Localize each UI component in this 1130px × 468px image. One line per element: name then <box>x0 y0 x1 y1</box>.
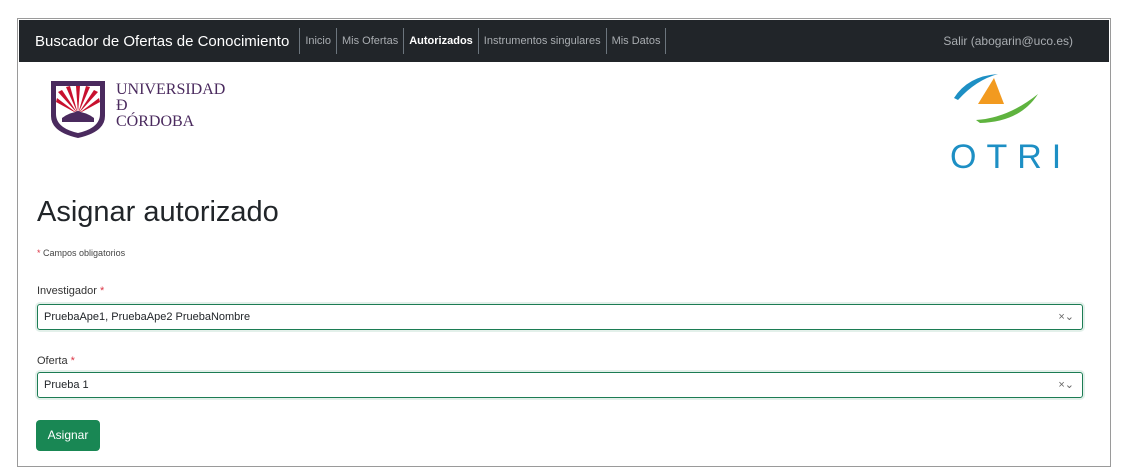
otri-logo-text: OTRI <box>950 138 1072 176</box>
otri-logo-icon <box>954 74 1038 123</box>
university-crest-icon <box>51 81 105 138</box>
chevron-down-icon[interactable]: ⌄ <box>1065 379 1074 391</box>
university-name-line3: CÓRDOBA <box>116 113 195 130</box>
oferta-label: Oferta * <box>37 355 75 367</box>
asignar-button[interactable]: Asignar <box>36 420 100 451</box>
investigador-select[interactable]: PruebaApe1, PruebaApe2 PruebaNombre ×⌄ <box>37 304 1083 330</box>
navbar-brand[interactable]: Buscador de Ofertas de Conocimiento <box>35 33 289 50</box>
required-star: * <box>70 355 75 367</box>
required-fields-note: * Campos obligatorios <box>37 248 125 258</box>
nav-item-inicio[interactable]: Inicio <box>299 28 336 54</box>
investigador-label-text: Investigador <box>37 285 97 297</box>
nav-item-mis-datos[interactable]: Mis Datos <box>605 28 667 54</box>
nav-menu: Inicio Mis Ofertas Autorizados Instrumen… <box>299 20 667 62</box>
select-controls: ×⌄ <box>1058 310 1074 323</box>
required-star: * <box>37 248 41 258</box>
select-controls: ×⌄ <box>1058 378 1074 391</box>
page-title: Asignar autorizado <box>37 196 279 228</box>
investigador-label: Investigador * <box>37 285 104 297</box>
nav-item-instrumentos-singulares[interactable]: Instrumentos singulares <box>477 28 606 54</box>
chevron-down-icon[interactable]: ⌄ <box>1065 311 1074 323</box>
nav-item-autorizados[interactable]: Autorizados <box>403 28 478 54</box>
required-note-text: Campos obligatorios <box>43 248 126 258</box>
top-navbar: Buscador de Ofertas de Conocimiento Inic… <box>19 20 1109 62</box>
investigador-selected-value: PruebaApe1, PruebaApe2 PruebaNombre <box>44 311 251 323</box>
university-name-line1: UNIVERSIDAD <box>116 81 226 98</box>
oferta-selected-value: Prueba 1 <box>44 379 89 391</box>
oferta-select[interactable]: Prueba 1 ×⌄ <box>37 372 1083 398</box>
university-name-line2: Đ <box>116 97 128 114</box>
nav-item-mis-ofertas[interactable]: Mis Ofertas <box>336 28 403 54</box>
oferta-label-text: Oferta <box>37 355 68 367</box>
university-name: UNIVERSIDAD Đ CÓRDOBA <box>116 82 225 130</box>
logout-link[interactable]: Salir (abogarin@uco.es) <box>943 20 1073 62</box>
required-star: * <box>100 285 105 297</box>
